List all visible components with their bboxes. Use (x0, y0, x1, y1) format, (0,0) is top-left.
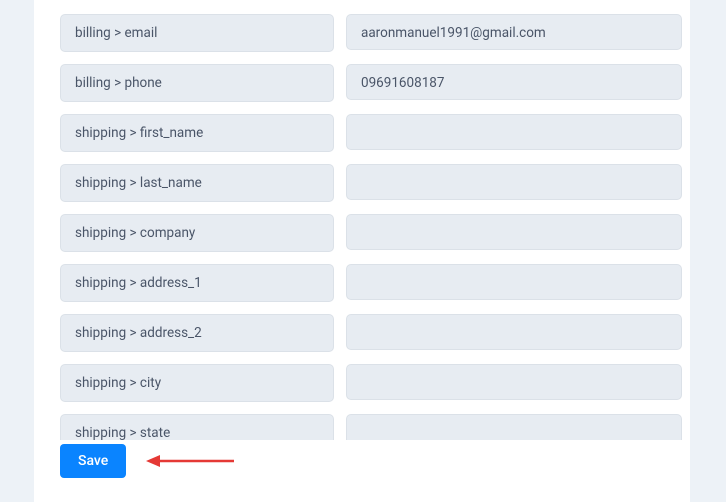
field-value-shipping-address-1[interactable] (346, 264, 682, 300)
form-row: shipping > address_1 (60, 264, 682, 302)
form-scroll-area[interactable]: billing > email billing > phone shipping… (60, 0, 690, 440)
field-label-shipping-address-1: shipping > address_1 (60, 264, 334, 302)
field-label-billing-phone: billing > phone (60, 64, 334, 102)
field-label-shipping-city: shipping > city (60, 364, 334, 402)
field-value-shipping-state[interactable] (346, 414, 682, 440)
field-value-shipping-address-2[interactable] (346, 314, 682, 350)
field-value-shipping-city[interactable] (346, 364, 682, 400)
field-label-billing-email: billing > email (60, 14, 334, 52)
form-panel: billing > email billing > phone shipping… (34, 0, 690, 502)
form-row: billing > email (60, 14, 682, 52)
field-label-shipping-first-name: shipping > first_name (60, 114, 334, 152)
field-value-billing-phone[interactable] (346, 64, 682, 100)
field-label-shipping-state: shipping > state (60, 414, 334, 440)
form-row: shipping > city (60, 364, 682, 402)
field-value-shipping-first-name[interactable] (346, 114, 682, 150)
save-button[interactable]: Save (60, 444, 126, 478)
field-label-shipping-last-name: shipping > last_name (60, 164, 334, 202)
field-label-shipping-company: shipping > company (60, 214, 334, 252)
form-rows: billing > email billing > phone shipping… (60, 0, 682, 440)
form-row: shipping > address_2 (60, 314, 682, 352)
form-footer: Save (60, 444, 236, 478)
form-row: shipping > company (60, 214, 682, 252)
form-row: shipping > last_name (60, 164, 682, 202)
field-value-shipping-company[interactable] (346, 214, 682, 250)
field-value-billing-email[interactable] (346, 14, 682, 50)
form-row: shipping > state (60, 414, 682, 440)
form-row: shipping > first_name (60, 114, 682, 152)
form-row: billing > phone (60, 64, 682, 102)
field-label-shipping-address-2: shipping > address_2 (60, 314, 334, 352)
field-value-shipping-last-name[interactable] (346, 164, 682, 200)
arrow-annotation-icon (146, 452, 236, 470)
